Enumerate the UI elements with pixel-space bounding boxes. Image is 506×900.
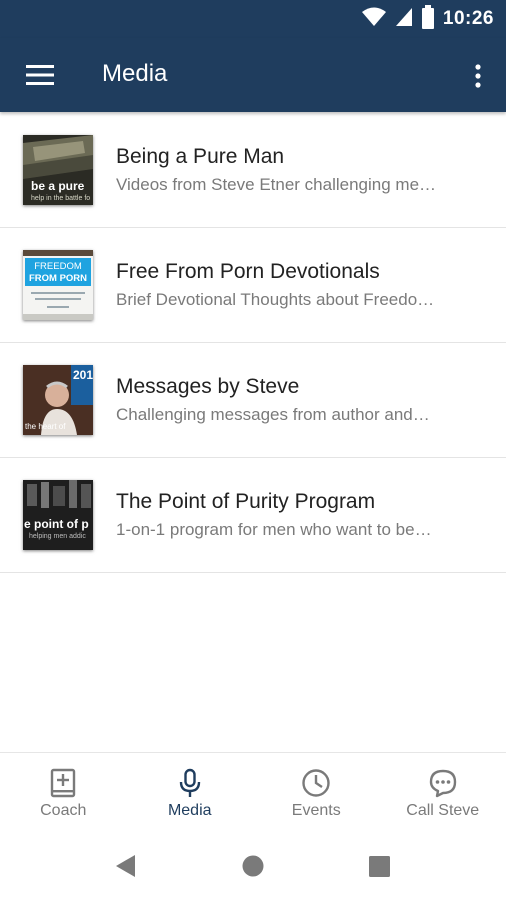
app-bar: Media <box>0 38 506 112</box>
thumb-text-1: FREEDOM <box>34 261 82 272</box>
nav-item-events[interactable]: Events <box>253 753 380 832</box>
thumbnail-point-of-purity: e point of p helping men addic <box>23 480 93 550</box>
bottom-nav: Coach Media Events Call Steve <box>0 752 506 832</box>
media-list: be a pure help in the battle fo Being a … <box>0 113 506 573</box>
nav-label: Media <box>167 802 212 819</box>
chat-bubble-icon <box>428 767 458 799</box>
nav-item-coach[interactable]: Coach <box>0 753 127 832</box>
media-item-subtitle: Brief Devotional Thoughts about Freedo… <box>116 290 435 309</box>
thumb-text-1: be a pure <box>31 179 85 193</box>
media-item-title: Free From Porn Devotionals <box>116 260 380 283</box>
nav-label: Coach <box>40 802 87 819</box>
cell-signal-icon <box>395 7 413 32</box>
home-icon[interactable] <box>242 855 264 882</box>
wifi-icon <box>361 7 387 32</box>
thumb-text-1: 201 <box>73 368 93 382</box>
nav-item-call-steve[interactable]: Call Steve <box>380 753 506 832</box>
back-icon[interactable] <box>115 854 137 883</box>
media-item-subtitle: 1-on-1 program for men who want to be… <box>116 520 432 539</box>
clock-icon <box>301 767 331 799</box>
media-item-being-a-pure-man[interactable]: be a pure help in the battle fo Being a … <box>0 113 506 228</box>
thumb-text-2: help in the battle fo <box>31 195 90 202</box>
media-item-title: Messages by Steve <box>116 375 300 398</box>
thumb-text-2: the heart of <box>25 422 66 431</box>
nav-label: Call Steve <box>406 802 480 819</box>
page-title: Media <box>102 60 168 87</box>
recents-icon[interactable] <box>369 856 390 882</box>
thumbnail-free-from-porn: FREEDOM FROM PORN <box>23 250 93 320</box>
thumbnail-being-a-pure-man: be a pure help in the battle fo <box>23 135 93 205</box>
thumb-text-1: e point of p <box>24 517 89 531</box>
media-item-point-of-purity[interactable]: e point of p helping men addic The Point… <box>0 458 506 573</box>
media-item-title: The Point of Purity Program <box>116 490 376 513</box>
thumbnail-messages-by-steve: 201 the heart of <box>23 365 93 435</box>
system-nav-bar <box>0 832 506 900</box>
thumb-text-2: helping men addic <box>29 533 86 540</box>
more-vert-icon[interactable] <box>466 56 490 96</box>
status-bar: 10:26 <box>0 0 506 38</box>
battery-icon <box>421 4 435 34</box>
nav-item-media[interactable]: Media <box>127 753 254 832</box>
clock: 10:26 <box>442 8 494 29</box>
media-item-subtitle: Videos from Steve Etner challenging me… <box>116 175 437 194</box>
microphone-icon <box>178 767 202 799</box>
nav-label: Events <box>291 802 341 819</box>
media-item-free-from-porn-devotionals[interactable]: FREEDOM FROM PORN Free From Porn Devotio… <box>0 228 506 343</box>
book-plus-icon <box>50 767 76 799</box>
thumb-text-2: FROM PORN <box>29 273 87 284</box>
menu-icon[interactable] <box>20 58 60 92</box>
media-item-messages-by-steve[interactable]: 201 the heart of Messages by Steve Chall… <box>0 343 506 458</box>
media-item-title: Being a Pure Man <box>116 145 285 168</box>
media-item-subtitle: Challenging messages from author and… <box>116 405 430 424</box>
